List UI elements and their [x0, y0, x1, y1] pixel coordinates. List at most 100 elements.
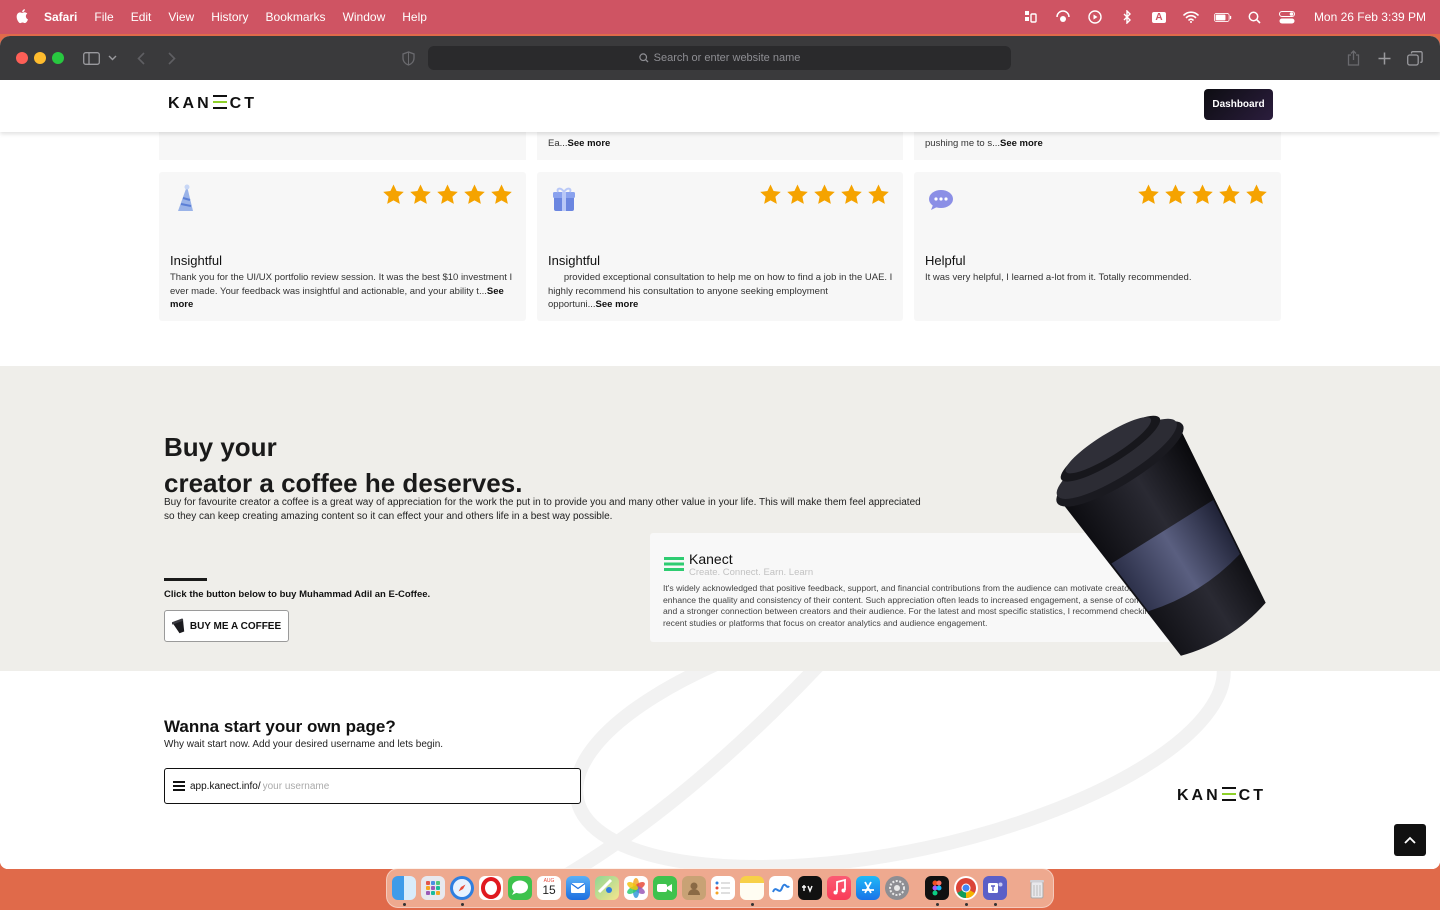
start-page-heading: Wanna start your own page? [164, 717, 396, 736]
notes-icon[interactable] [740, 876, 764, 900]
wifi-icon[interactable] [1182, 10, 1200, 24]
menubar-clock[interactable]: Mon 26 Feb 3:39 PM [1314, 10, 1426, 24]
music-icon[interactable] [827, 876, 851, 900]
opera-icon[interactable] [479, 876, 503, 900]
freeform-icon[interactable] [769, 876, 793, 900]
menu-history[interactable]: History [211, 10, 248, 24]
minimize-window-button[interactable] [34, 52, 46, 64]
spotlight-search-icon[interactable] [1246, 10, 1264, 24]
vpn-icon[interactable] [1054, 10, 1072, 24]
share-icon[interactable] [1345, 48, 1361, 68]
username-input[interactable] [262, 780, 463, 792]
web-page: Ea...See more pushing me to s...See more… [0, 80, 1440, 869]
review-card: Insightful Thank you for the UI/UX portf… [159, 172, 526, 321]
review-title: Helpful [925, 253, 966, 268]
star-icon [841, 184, 862, 204]
review-text-partial: Ea...See more [548, 138, 610, 149]
trash-icon[interactable] [1025, 876, 1049, 900]
back-icon[interactable] [134, 48, 148, 68]
scroll-to-top-button[interactable] [1394, 824, 1426, 856]
privacy-report-icon[interactable] [400, 48, 416, 68]
buy-me-a-coffee-button[interactable]: BUY ME A COFFEE [164, 610, 289, 642]
chrome-icon[interactable] [954, 876, 978, 900]
photos-icon[interactable] [624, 876, 648, 900]
menu-view[interactable]: View [168, 10, 194, 24]
logo-e-mark [1221, 787, 1236, 801]
footer-kanect-logo[interactable]: KAN CT [1177, 787, 1266, 805]
dashboard-button[interactable]: Dashboard [1204, 89, 1273, 120]
coffee-heading-line2: creator a coffee he deserves. [164, 468, 523, 498]
background-swoosh [563, 671, 1231, 869]
review-text-partial: pushing me to s...See more [925, 138, 1043, 149]
running-indicator [751, 903, 754, 906]
zoom-window-button[interactable] [52, 52, 64, 64]
menu-file[interactable]: File [94, 10, 113, 24]
see-more-link[interactable]: See more [596, 299, 639, 310]
apple-menu-icon[interactable] [16, 9, 30, 25]
apple-tv-icon[interactable] [798, 876, 822, 900]
app-store-icon[interactable] [856, 876, 880, 900]
contacts-icon[interactable] [682, 876, 706, 900]
input-source-icon[interactable]: A [1150, 10, 1168, 24]
kanect-logo[interactable]: KAN CT [168, 95, 257, 113]
forward-icon[interactable] [165, 48, 179, 68]
star-icon [1192, 184, 1213, 204]
menu-window[interactable]: Window [343, 10, 386, 24]
menu-help[interactable]: Help [402, 10, 427, 24]
maps-icon[interactable] [595, 876, 619, 900]
logo-e-mark [212, 95, 227, 109]
star-rating [759, 183, 890, 206]
new-tab-icon[interactable] [1376, 48, 1392, 68]
macos-menubar: Safari File Edit View History Bookmarks … [0, 0, 1440, 34]
control-center-icon[interactable] [1278, 10, 1296, 24]
coffee-heading-line1: Buy your [164, 432, 277, 462]
see-more-link[interactable]: See more [1000, 138, 1043, 149]
system-settings-icon[interactable] [885, 876, 909, 900]
review-text: Thank you for the UI/UX portfolio review… [170, 271, 515, 312]
start-page-section: Wanna start your own page? Why wait star… [0, 671, 1440, 869]
menu-icon [664, 557, 684, 571]
star-rating [382, 183, 513, 206]
menu-app-safari[interactable]: Safari [44, 10, 77, 24]
chevron-down-icon[interactable] [106, 48, 118, 68]
sidebar-toggle-icon[interactable] [82, 48, 100, 68]
star-icon [1219, 184, 1240, 204]
facetime-icon[interactable] [653, 876, 677, 900]
url-prefix: app.kanect.info/ [190, 780, 261, 792]
focus-icon[interactable] [1022, 10, 1040, 24]
review-body: It was very helpful, I learned a-lot fro… [925, 272, 1192, 283]
star-icon [868, 184, 889, 204]
menu-edit[interactable]: Edit [131, 10, 152, 24]
star-icon [464, 184, 485, 204]
close-window-button[interactable] [16, 52, 28, 64]
running-indicator [936, 903, 939, 906]
mail-icon[interactable] [566, 876, 590, 900]
teams-icon[interactable] [983, 876, 1007, 900]
address-bar[interactable]: Search or enter website name [428, 46, 1011, 70]
messages-icon[interactable] [508, 876, 532, 900]
coffee-cup-icon [171, 618, 185, 634]
menu-bookmarks[interactable]: Bookmarks [266, 10, 326, 24]
star-icon [1165, 184, 1186, 204]
chat-bubble-icon [929, 190, 953, 210]
launchpad-icon[interactable] [421, 876, 445, 900]
reminders-icon[interactable] [711, 876, 735, 900]
star-icon [383, 184, 404, 204]
buy-coffee-section: Buy your creator a coffee he deserves. Bu… [0, 366, 1440, 671]
bluetooth-icon[interactable] [1118, 10, 1136, 24]
finder-icon[interactable] [392, 876, 416, 900]
play-icon[interactable] [1086, 10, 1104, 24]
star-rating [1137, 183, 1268, 206]
party-hat-icon [178, 184, 193, 211]
calendar-icon[interactable]: AUG 15 [537, 876, 561, 900]
chevron-up-icon [1404, 836, 1416, 844]
safari-icon[interactable] [450, 876, 474, 900]
battery-icon[interactable] [1213, 10, 1232, 24]
figma-icon[interactable] [925, 876, 949, 900]
tab-overview-icon[interactable] [1406, 48, 1424, 68]
see-more-link[interactable]: See more [568, 138, 611, 149]
star-icon [410, 184, 431, 204]
username-field[interactable]: app.kanect.info/ [164, 768, 581, 804]
star-icon [437, 184, 458, 204]
review-text: provided exceptional consultation to hel… [548, 271, 893, 312]
